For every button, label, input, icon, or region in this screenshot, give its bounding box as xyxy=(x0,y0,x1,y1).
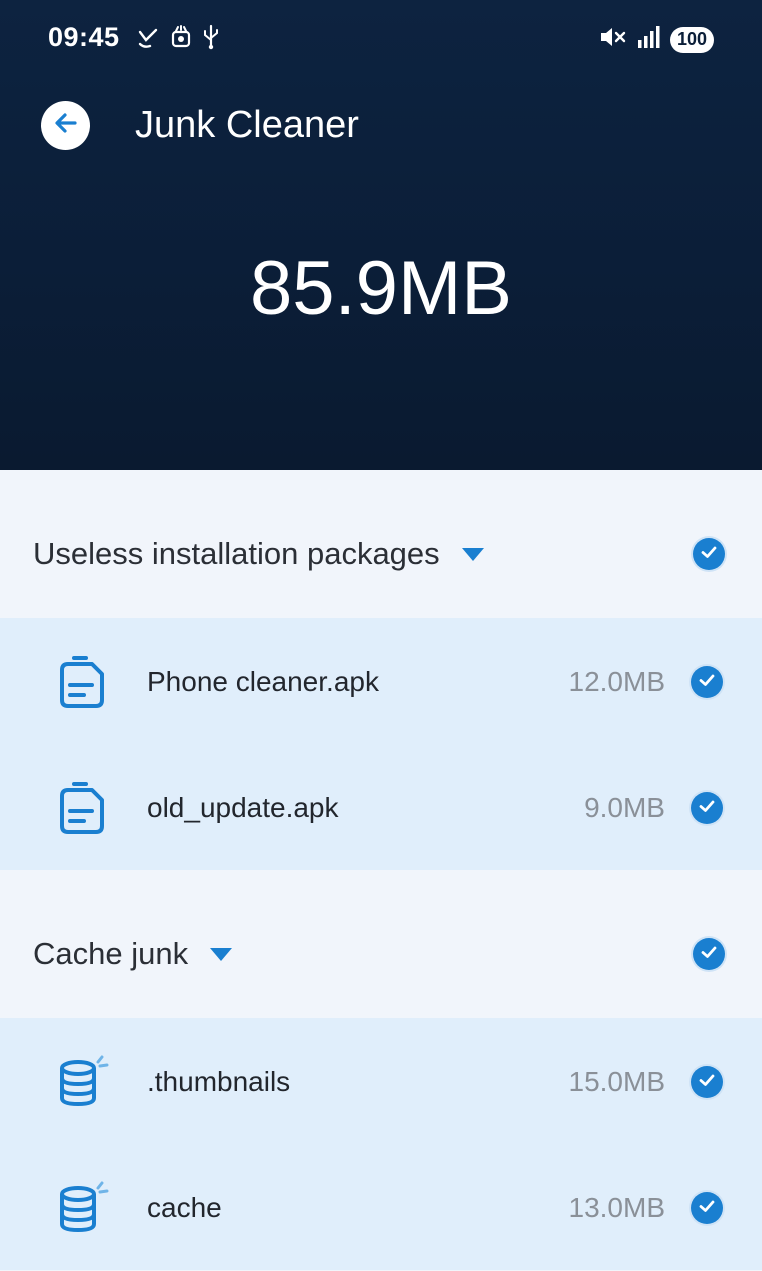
item-size: 9.0MB xyxy=(584,792,665,823)
item-checkbox[interactable] xyxy=(691,666,723,698)
checkmark-icon xyxy=(698,797,716,820)
checkmark-icon xyxy=(698,671,716,694)
usb-icon xyxy=(202,24,220,55)
missed-call-icon xyxy=(136,24,160,55)
list-item[interactable]: old_update.apk 9.0MB xyxy=(0,744,762,870)
checkmark-icon xyxy=(698,1071,716,1094)
apk-package-icon xyxy=(52,778,112,838)
group-checkbox[interactable] xyxy=(693,938,725,970)
checkmark-icon xyxy=(700,943,718,966)
item-size: 12.0MB xyxy=(568,666,666,697)
item-name: Phone cleaner.apk xyxy=(147,666,379,697)
list-item[interactable]: Phone cleaner.apk 12.0MB xyxy=(0,618,762,744)
page-title: Junk Cleaner xyxy=(135,104,359,146)
apk-package-icon xyxy=(52,652,112,712)
status-time: 09:45 xyxy=(48,22,120,52)
list-item[interactable]: .thumbnails 15.0MB xyxy=(0,1018,762,1144)
battery-indicator: 100 xyxy=(670,26,714,53)
item-name: old_update.apk xyxy=(147,792,339,823)
notification-app-icon xyxy=(170,25,192,54)
checkmark-icon xyxy=(700,543,718,566)
group-header-installation-packages[interactable]: Useless installation packages xyxy=(0,470,762,618)
database-icon xyxy=(52,1178,112,1238)
group-checkbox[interactable] xyxy=(693,538,725,570)
caret-down-icon xyxy=(461,547,484,561)
checkmark-icon xyxy=(698,1197,716,1220)
item-size: 15.0MB xyxy=(568,1066,666,1097)
arrow-left-icon xyxy=(51,108,81,143)
header-panel: 09:45 100 Junk Cleaner 85.9MB xyxy=(0,0,762,470)
group-header-cache-junk[interactable]: Cache junk xyxy=(0,870,762,1018)
group-label: Cache junk xyxy=(33,936,189,971)
back-button[interactable] xyxy=(41,101,90,150)
status-left-icons xyxy=(136,24,220,55)
item-size: 13.0MB xyxy=(568,1192,666,1223)
item-name: cache xyxy=(147,1192,222,1223)
item-checkbox[interactable] xyxy=(691,792,723,824)
item-checkbox[interactable] xyxy=(691,1192,723,1224)
signal-icon xyxy=(636,24,662,55)
total-junk-size: 85.9MB xyxy=(250,246,512,331)
status-bar: 09:45 100 xyxy=(0,0,762,76)
junk-list: Useless installation packages Phone clea… xyxy=(0,470,762,1270)
junk-cleaner-screen: 09:45 100 Junk Cleaner 85.9MB Useless in… xyxy=(0,0,762,1271)
caret-down-icon xyxy=(210,947,233,961)
mute-icon xyxy=(598,24,628,55)
status-right-icons: 100 xyxy=(598,24,714,55)
list-item[interactable]: cache 13.0MB xyxy=(0,1144,762,1270)
group-items-installation-packages: Phone cleaner.apk 12.0MB old_update.apk … xyxy=(0,618,762,870)
database-icon xyxy=(52,1052,112,1112)
group-items-cache-junk: .thumbnails 15.0MB cache 13.0MB xyxy=(0,1018,762,1270)
item-checkbox[interactable] xyxy=(691,1066,723,1098)
group-label: Useless installation packages xyxy=(33,536,440,571)
item-name: .thumbnails xyxy=(147,1066,291,1097)
